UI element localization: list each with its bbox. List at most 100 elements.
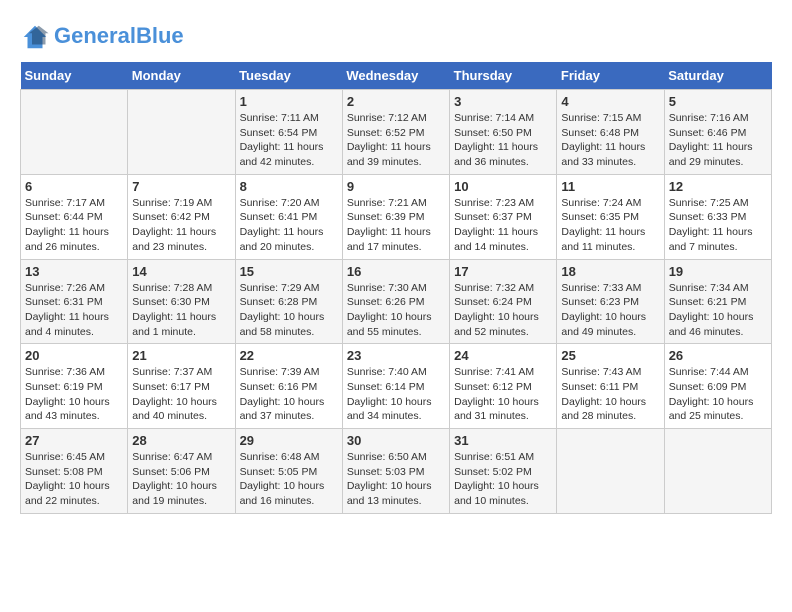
day-number: 20 [25, 348, 123, 363]
weekday-header-sunday: Sunday [21, 62, 128, 90]
day-number: 28 [132, 433, 230, 448]
calendar-cell: 25Sunrise: 7:43 AMSunset: 6:11 PMDayligh… [557, 344, 664, 429]
day-number: 10 [454, 179, 552, 194]
day-info: Sunrise: 7:44 AMSunset: 6:09 PMDaylight:… [669, 365, 767, 424]
day-number: 17 [454, 264, 552, 279]
logo-icon [20, 22, 50, 52]
day-number: 5 [669, 94, 767, 109]
day-info: Sunrise: 7:23 AMSunset: 6:37 PMDaylight:… [454, 196, 552, 255]
weekday-header-tuesday: Tuesday [235, 62, 342, 90]
day-number: 31 [454, 433, 552, 448]
day-number: 8 [240, 179, 338, 194]
calendar-cell: 2 Sunrise: 7:12 AMSunset: 6:52 PMDaylight… [342, 90, 449, 175]
day-info: Sunrise: 7:14 AMSunset: 6:50 PMDaylight:… [454, 111, 552, 170]
day-info: Sunrise: 7:41 AMSunset: 6:12 PMDaylight:… [454, 365, 552, 424]
weekday-header-monday: Monday [128, 62, 235, 90]
day-info: Sunrise: 7:16 AMSunset: 6:46 PMDaylight:… [669, 111, 767, 170]
logo-blue: Blue [136, 23, 184, 48]
calendar-cell: 20 Sunrise: 7:36 AMSunset: 6:19 PMDayligh… [21, 344, 128, 429]
logo-general: General [54, 23, 136, 48]
day-info: Sunrise: 7:43 AMSunset: 6:11 PMDaylight:… [561, 365, 659, 424]
day-info: Sunrise: 7:17 AMSunset: 6:44 PMDaylight:… [25, 196, 123, 255]
day-number: 13 [25, 264, 123, 279]
day-number: 18 [561, 264, 659, 279]
calendar-cell: 17 Sunrise: 7:32 AMSunset: 6:24 PMDayligh… [450, 259, 557, 344]
calendar-cell: 5 Sunrise: 7:16 AMSunset: 6:46 PMDaylight… [664, 90, 771, 175]
calendar-cell: 28 Sunrise: 6:47 AMSunset: 5:06 PMDayligh… [128, 429, 235, 514]
calendar-cell [21, 90, 128, 175]
calendar-cell: 4Sunrise: 7:15 AMSunset: 6:48 PMDaylight… [557, 90, 664, 175]
weekday-header-wednesday: Wednesday [342, 62, 449, 90]
day-number: 15 [240, 264, 338, 279]
day-info: Sunrise: 7:30 AMSunset: 6:26 PMDaylight:… [347, 281, 445, 340]
day-info: Sunrise: 7:26 AMSunset: 6:31 PMDaylight:… [25, 281, 123, 340]
day-number: 26 [669, 348, 767, 363]
day-info: Sunrise: 7:19 AMSunset: 6:42 PMDaylight:… [132, 196, 230, 255]
weekday-header-row: SundayMondayTuesdayWednesdayThursdayFrid… [21, 62, 772, 90]
calendar-cell: 13 Sunrise: 7:26 AMSunset: 6:31 PMDayligh… [21, 259, 128, 344]
calendar-cell: 12 Sunrise: 7:25 AMSunset: 6:33 PMDayligh… [664, 174, 771, 259]
calendar-week-4: 20 Sunrise: 7:36 AMSunset: 6:19 PMDayligh… [21, 344, 772, 429]
day-number: 11 [561, 179, 659, 194]
day-info: Sunrise: 7:39 AMSunset: 6:16 PMDaylight:… [240, 365, 338, 424]
calendar-week-5: 27Sunrise: 6:45 AMSunset: 5:08 PMDayligh… [21, 429, 772, 514]
day-number: 16 [347, 264, 445, 279]
day-number: 22 [240, 348, 338, 363]
calendar-cell: 11 Sunrise: 7:24 AMSunset: 6:35 PMDayligh… [557, 174, 664, 259]
day-info: Sunrise: 7:34 AMSunset: 6:21 PMDaylight:… [669, 281, 767, 340]
day-info: Sunrise: 7:24 AMSunset: 6:35 PMDaylight:… [561, 196, 659, 255]
day-number: 6 [25, 179, 123, 194]
calendar-cell: 3 Sunrise: 7:14 AMSunset: 6:50 PMDaylight… [450, 90, 557, 175]
day-number: 14 [132, 264, 230, 279]
calendar-cell: 14 Sunrise: 7:28 AMSunset: 6:30 PMDayligh… [128, 259, 235, 344]
calendar-cell: 9 Sunrise: 7:21 AMSunset: 6:39 PMDaylight… [342, 174, 449, 259]
calendar-cell: 19 Sunrise: 7:34 AMSunset: 6:21 PMDayligh… [664, 259, 771, 344]
day-number: 23 [347, 348, 445, 363]
weekday-header-saturday: Saturday [664, 62, 771, 90]
calendar-cell: 23 Sunrise: 7:40 AMSunset: 6:14 PMDayligh… [342, 344, 449, 429]
day-number: 3 [454, 94, 552, 109]
day-info: Sunrise: 7:11 AMSunset: 6:54 PMDaylight:… [240, 111, 338, 170]
day-info: Sunrise: 7:15 AMSunset: 6:48 PMDaylight:… [561, 111, 659, 170]
day-info: Sunrise: 7:32 AMSunset: 6:24 PMDaylight:… [454, 281, 552, 340]
calendar-cell: 6 Sunrise: 7:17 AMSunset: 6:44 PMDaylight… [21, 174, 128, 259]
calendar-cell: 7Sunrise: 7:19 AMSunset: 6:42 PMDaylight… [128, 174, 235, 259]
day-info: Sunrise: 7:36 AMSunset: 6:19 PMDaylight:… [25, 365, 123, 424]
logo: GeneralBlue [20, 20, 184, 52]
day-info: Sunrise: 6:47 AMSunset: 5:06 PMDaylight:… [132, 450, 230, 509]
day-info: Sunrise: 6:50 AMSunset: 5:03 PMDaylight:… [347, 450, 445, 509]
day-info: Sunrise: 6:45 AMSunset: 5:08 PMDaylight:… [25, 450, 123, 509]
day-info: Sunrise: 7:21 AMSunset: 6:39 PMDaylight:… [347, 196, 445, 255]
calendar-cell: 15 Sunrise: 7:29 AMSunset: 6:28 PMDayligh… [235, 259, 342, 344]
day-number: 21 [132, 348, 230, 363]
day-number: 2 [347, 94, 445, 109]
calendar-cell: 18 Sunrise: 7:33 AMSunset: 6:23 PMDayligh… [557, 259, 664, 344]
calendar-cell: 22 Sunrise: 7:39 AMSunset: 6:16 PMDayligh… [235, 344, 342, 429]
calendar-cell: 29Sunrise: 6:48 AMSunset: 5:05 PMDayligh… [235, 429, 342, 514]
calendar-cell: 27Sunrise: 6:45 AMSunset: 5:08 PMDayligh… [21, 429, 128, 514]
day-info: Sunrise: 7:12 AMSunset: 6:52 PMDaylight:… [347, 111, 445, 170]
day-info: Sunrise: 7:40 AMSunset: 6:14 PMDaylight:… [347, 365, 445, 424]
weekday-header-friday: Friday [557, 62, 664, 90]
calendar-cell [557, 429, 664, 514]
day-number: 30 [347, 433, 445, 448]
calendar-cell: 30 Sunrise: 6:50 AMSunset: 5:03 PMDayligh… [342, 429, 449, 514]
day-info: Sunrise: 7:37 AMSunset: 6:17 PMDaylight:… [132, 365, 230, 424]
day-number: 29 [240, 433, 338, 448]
calendar-cell: 24Sunrise: 7:41 AMSunset: 6:12 PMDayligh… [450, 344, 557, 429]
calendar-cell: 16 Sunrise: 7:30 AMSunset: 6:26 PMDayligh… [342, 259, 449, 344]
day-info: Sunrise: 7:28 AMSunset: 6:30 PMDaylight:… [132, 281, 230, 340]
calendar-cell [664, 429, 771, 514]
calendar-cell [128, 90, 235, 175]
page-header: GeneralBlue [20, 20, 772, 52]
day-number: 12 [669, 179, 767, 194]
day-info: Sunrise: 7:29 AMSunset: 6:28 PMDaylight:… [240, 281, 338, 340]
day-number: 19 [669, 264, 767, 279]
calendar-cell: 31Sunrise: 6:51 AMSunset: 5:02 PMDayligh… [450, 429, 557, 514]
day-number: 9 [347, 179, 445, 194]
day-info: Sunrise: 7:33 AMSunset: 6:23 PMDaylight:… [561, 281, 659, 340]
calendar-cell: 1Sunrise: 7:11 AMSunset: 6:54 PMDaylight… [235, 90, 342, 175]
calendar-week-1: 1Sunrise: 7:11 AMSunset: 6:54 PMDaylight… [21, 90, 772, 175]
calendar-week-3: 13 Sunrise: 7:26 AMSunset: 6:31 PMDayligh… [21, 259, 772, 344]
day-info: Sunrise: 7:25 AMSunset: 6:33 PMDaylight:… [669, 196, 767, 255]
